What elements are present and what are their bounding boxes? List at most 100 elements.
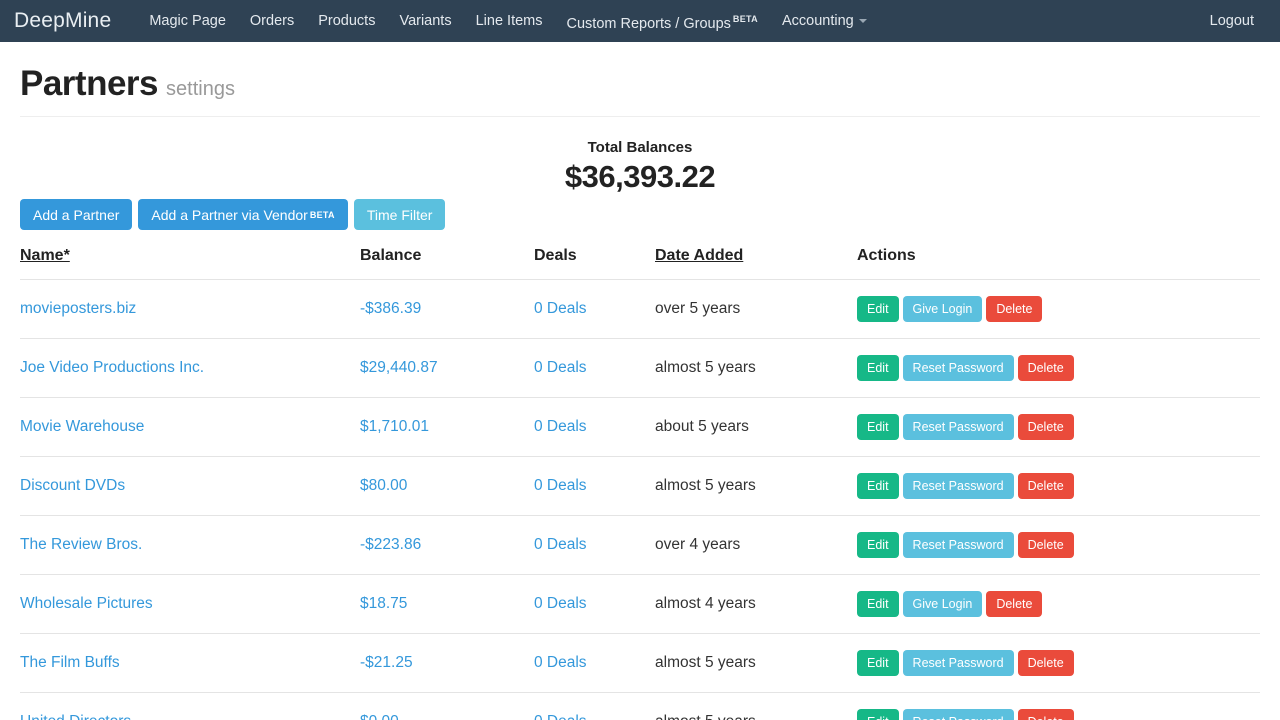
partners-table-head: Name* Balance Deals Date Added Actions <box>20 247 1260 280</box>
delete-button[interactable]: Delete <box>1018 473 1074 499</box>
table-row: Movie Warehouse$1,710.010 Dealsabout 5 y… <box>20 398 1260 457</box>
partner-balance-link[interactable]: $0.00 <box>360 713 399 720</box>
nav-link-line-items[interactable]: Line Items <box>464 0 555 42</box>
partner-name-link[interactable]: Joe Video Productions Inc. <box>20 359 204 376</box>
partner-date-added-cell: almost 5 years <box>655 634 857 693</box>
chevron-down-icon <box>859 19 867 23</box>
partner-name-link[interactable]: Movie Warehouse <box>20 418 144 435</box>
nav-link-accounting[interactable]: Accounting <box>770 0 879 42</box>
edit-button[interactable]: Edit <box>857 650 899 676</box>
nav-link-label: Accounting <box>782 13 854 29</box>
partners-table: Name* Balance Deals Date Added Actions m… <box>20 247 1260 720</box>
partner-deals-cell: 0 Deals <box>534 457 655 516</box>
partner-deals-link[interactable]: 0 Deals <box>534 300 587 317</box>
partner-actions-cell: EditGive LoginDelete <box>857 280 1260 339</box>
partner-balance-link[interactable]: $29,440.87 <box>360 359 438 376</box>
partner-deals-link[interactable]: 0 Deals <box>534 359 587 376</box>
partner-balance-link[interactable]: $80.00 <box>360 477 407 494</box>
partner-date-added-cell: almost 4 years <box>655 575 857 634</box>
reset-password-button[interactable]: Reset Password <box>903 650 1014 676</box>
nav-link-custom-reports-groups[interactable]: Custom Reports / GroupsBETA <box>555 0 770 44</box>
partner-name-link[interactable]: movieposters.biz <box>20 300 136 317</box>
partner-balance-link[interactable]: $1,710.01 <box>360 418 429 435</box>
partner-deals-link[interactable]: 0 Deals <box>534 418 587 435</box>
partner-balance-cell: -$386.39 <box>360 280 534 339</box>
partner-deals-cell: 0 Deals <box>534 339 655 398</box>
reset-password-button[interactable]: Reset Password <box>903 532 1014 558</box>
partner-name-cell: United Directors <box>20 693 360 720</box>
column-header-date-added: Date Added <box>655 247 857 280</box>
beta-badge: BETA <box>733 14 758 24</box>
partner-balance-cell: $29,440.87 <box>360 339 534 398</box>
nav-link-products[interactable]: Products <box>306 0 387 42</box>
partner-balance-cell: $1,710.01 <box>360 398 534 457</box>
partner-date-added-cell: almost 5 years <box>655 457 857 516</box>
partner-deals-link[interactable]: 0 Deals <box>534 595 587 612</box>
partner-balance-link[interactable]: $18.75 <box>360 595 407 612</box>
reset-password-button[interactable]: Reset Password <box>903 473 1014 499</box>
page-subtitle: settings <box>166 78 235 100</box>
page-title: Partners <box>20 64 158 103</box>
edit-button[interactable]: Edit <box>857 473 899 499</box>
edit-button[interactable]: Edit <box>857 532 899 558</box>
top-navbar: DeepMine Magic Page Orders Products Variant… <box>0 0 1280 42</box>
add-partner-via-vendor-button[interactable]: Add a Partner via VendorBETA <box>138 199 347 230</box>
partner-balance-link[interactable]: -$386.39 <box>360 300 421 317</box>
partner-deals-cell: 0 Deals <box>534 693 655 720</box>
partner-name-link[interactable]: Discount DVDs <box>20 477 125 494</box>
partner-name-cell: Discount DVDs <box>20 457 360 516</box>
partner-actions-cell: EditReset PasswordDelete <box>857 516 1260 575</box>
row-action-buttons: EditReset PasswordDelete <box>857 650 1260 676</box>
partner-name-cell: The Film Buffs <box>20 634 360 693</box>
toolbar: Add a Partner Add a Partner via VendorBE… <box>20 199 1260 230</box>
delete-button[interactable]: Delete <box>1018 355 1074 381</box>
sort-by-name-link[interactable]: Name* <box>20 247 70 264</box>
nav-link-label: Variants <box>399 13 451 29</box>
partner-balance-link[interactable]: -$223.86 <box>360 536 421 553</box>
sort-by-date-added-link[interactable]: Date Added <box>655 247 743 264</box>
partner-actions-cell: EditGive LoginDelete <box>857 575 1260 634</box>
edit-button[interactable]: Edit <box>857 355 899 381</box>
edit-button[interactable]: Edit <box>857 414 899 440</box>
reset-password-button[interactable]: Reset Password <box>903 709 1014 720</box>
logout-link[interactable]: Logout <box>1198 0 1266 42</box>
column-header-actions: Actions <box>857 247 1260 280</box>
column-header-balance: Balance <box>360 247 534 280</box>
reset-password-button[interactable]: Reset Password <box>903 355 1014 381</box>
partner-deals-link[interactable]: 0 Deals <box>534 713 587 720</box>
partner-name-link[interactable]: United Directors <box>20 713 131 720</box>
partner-balance-link[interactable]: -$21.25 <box>360 654 413 671</box>
add-partner-button[interactable]: Add a Partner <box>20 199 132 230</box>
table-row: United Directors$0.000 Dealsalmost 5 yea… <box>20 693 1260 720</box>
edit-button[interactable]: Edit <box>857 709 899 720</box>
nav-link-orders[interactable]: Orders <box>238 0 306 42</box>
nav-link-label: Orders <box>250 13 294 29</box>
reset-password-button[interactable]: Reset Password <box>903 414 1014 440</box>
partner-actions-cell: EditReset PasswordDelete <box>857 457 1260 516</box>
edit-button[interactable]: Edit <box>857 296 899 322</box>
total-balances-label: Total Balances <box>0 139 1280 157</box>
nav-link-magic-page[interactable]: Magic Page <box>137 0 238 42</box>
time-filter-button[interactable]: Time Filter <box>354 199 446 230</box>
delete-button[interactable]: Delete <box>1018 532 1074 558</box>
partner-name-link[interactable]: The Film Buffs <box>20 654 120 671</box>
partner-deals-link[interactable]: 0 Deals <box>534 654 587 671</box>
nav-link-variants[interactable]: Variants <box>387 0 463 42</box>
delete-button[interactable]: Delete <box>986 296 1042 322</box>
edit-button[interactable]: Edit <box>857 591 899 617</box>
delete-button[interactable]: Delete <box>1018 650 1074 676</box>
nav-link-label: Line Items <box>476 13 543 29</box>
delete-button[interactable]: Delete <box>1018 414 1074 440</box>
give-login-button[interactable]: Give Login <box>903 591 983 617</box>
partner-date-added-cell: over 5 years <box>655 280 857 339</box>
partner-name-link[interactable]: Wholesale Pictures <box>20 595 153 612</box>
partner-deals-link[interactable]: 0 Deals <box>534 477 587 494</box>
brand-logo[interactable]: DeepMine <box>14 0 111 42</box>
table-row: Discount DVDs $80.00 0 Deals almost 5 years… <box>20 457 1260 516</box>
partner-name-link[interactable]: The Review Bros. <box>20 536 142 553</box>
give-login-button[interactable]: Give Login <box>903 296 983 322</box>
delete-button[interactable]: Delete <box>986 591 1042 617</box>
beta-badge: BETA <box>310 210 335 220</box>
delete-button[interactable]: Delete <box>1018 709 1074 720</box>
partner-deals-link[interactable]: 0 Deals <box>534 536 587 553</box>
